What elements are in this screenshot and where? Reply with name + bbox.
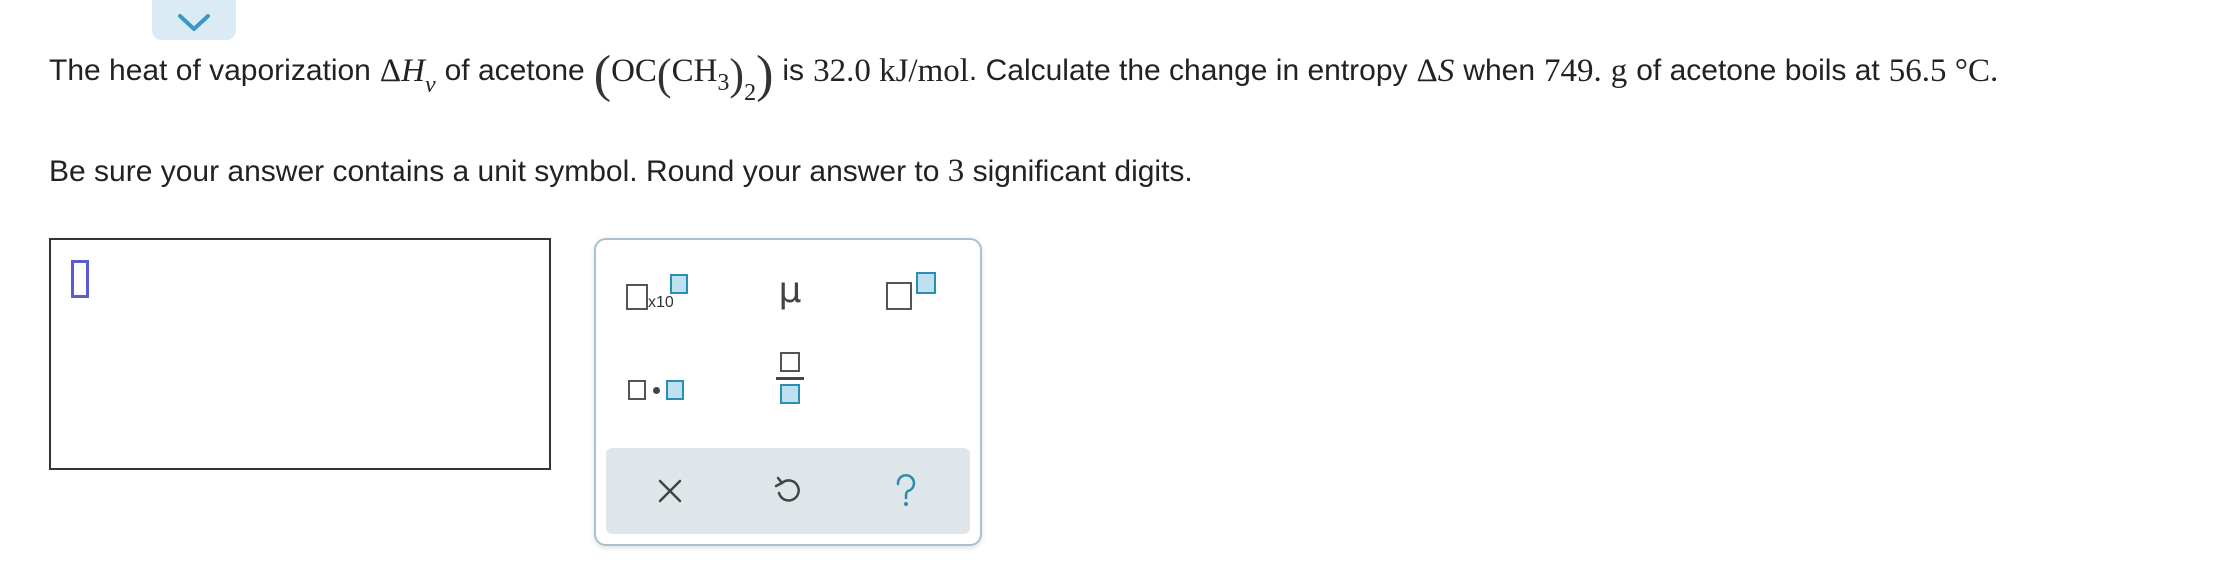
math-palette: x10 μ [594, 238, 982, 546]
question-part: . Calculate the change in entropy [968, 54, 1408, 87]
answer-input[interactable] [49, 238, 551, 470]
delta-symbol: Δ [1416, 53, 1438, 89]
exponent-box-icon [670, 274, 688, 294]
formula-ch: CH [671, 53, 718, 89]
x10-label: x10 [648, 294, 674, 311]
delta-symbol: Δ [379, 53, 402, 89]
clear-button[interactable] [630, 463, 710, 519]
collapse-toggle-button[interactable] [152, 0, 236, 40]
superscript-button[interactable] [872, 262, 952, 318]
numerator-box-icon [780, 352, 800, 372]
denominator-box-icon [780, 384, 800, 404]
fraction-bar-icon [776, 377, 804, 380]
fraction-button[interactable] [750, 350, 830, 406]
question-part: of acetone boils at [1636, 54, 1880, 87]
sig-fig-count: 3 [947, 153, 965, 189]
question-part: The heat of vaporization [49, 54, 371, 87]
multiply-dot-button[interactable] [616, 362, 696, 418]
left-operand-icon [628, 380, 646, 400]
close-icon [658, 479, 682, 503]
mu-icon: μ [778, 269, 802, 311]
dot-icon [653, 387, 660, 394]
instruction-part: Be sure your answer contains a unit symb… [49, 155, 940, 188]
help-button[interactable] [866, 463, 946, 519]
subscript-v: v [424, 72, 436, 98]
enthalpy-value: 32.0 kJ/mol [813, 53, 969, 89]
formula-oc: OC [611, 53, 657, 89]
exponent-box-icon [916, 272, 936, 294]
temperature-value: 56.5 °C [1888, 53, 1990, 89]
undo-button[interactable] [748, 463, 828, 519]
question-period: . [1989, 53, 1999, 89]
input-cursor-placeholder [71, 260, 89, 298]
instruction-text: Be sure your answer contains a unit symb… [49, 146, 1193, 197]
mass-value: 749. [1544, 53, 1602, 89]
question-part: when [1463, 54, 1535, 87]
instruction-part: significant digits. [972, 155, 1193, 188]
help-icon [896, 474, 916, 506]
micro-symbol-button[interactable]: μ [750, 262, 830, 318]
question-panel: The heat of vaporization Δ H v of aceton… [0, 0, 2228, 572]
base-box-icon [886, 282, 912, 310]
enthalpy-symbol: H [401, 53, 425, 89]
question-part: is [782, 54, 805, 87]
undo-icon [774, 476, 800, 502]
palette-actions-bar [606, 448, 970, 534]
right-operand-icon [666, 380, 684, 400]
question-part: of acetone [444, 54, 585, 87]
question-text: The heat of vaporization Δ H v of aceton… [49, 46, 1999, 107]
scientific-notation-button[interactable]: x10 [616, 262, 696, 318]
mass-unit: g [1610, 53, 1628, 89]
chevron-down-icon [178, 14, 210, 31]
subscript-3: 3 [717, 70, 730, 96]
base-box-icon [626, 284, 648, 310]
subscript-2: 2 [744, 80, 757, 106]
entropy-symbol: S [1437, 53, 1455, 89]
